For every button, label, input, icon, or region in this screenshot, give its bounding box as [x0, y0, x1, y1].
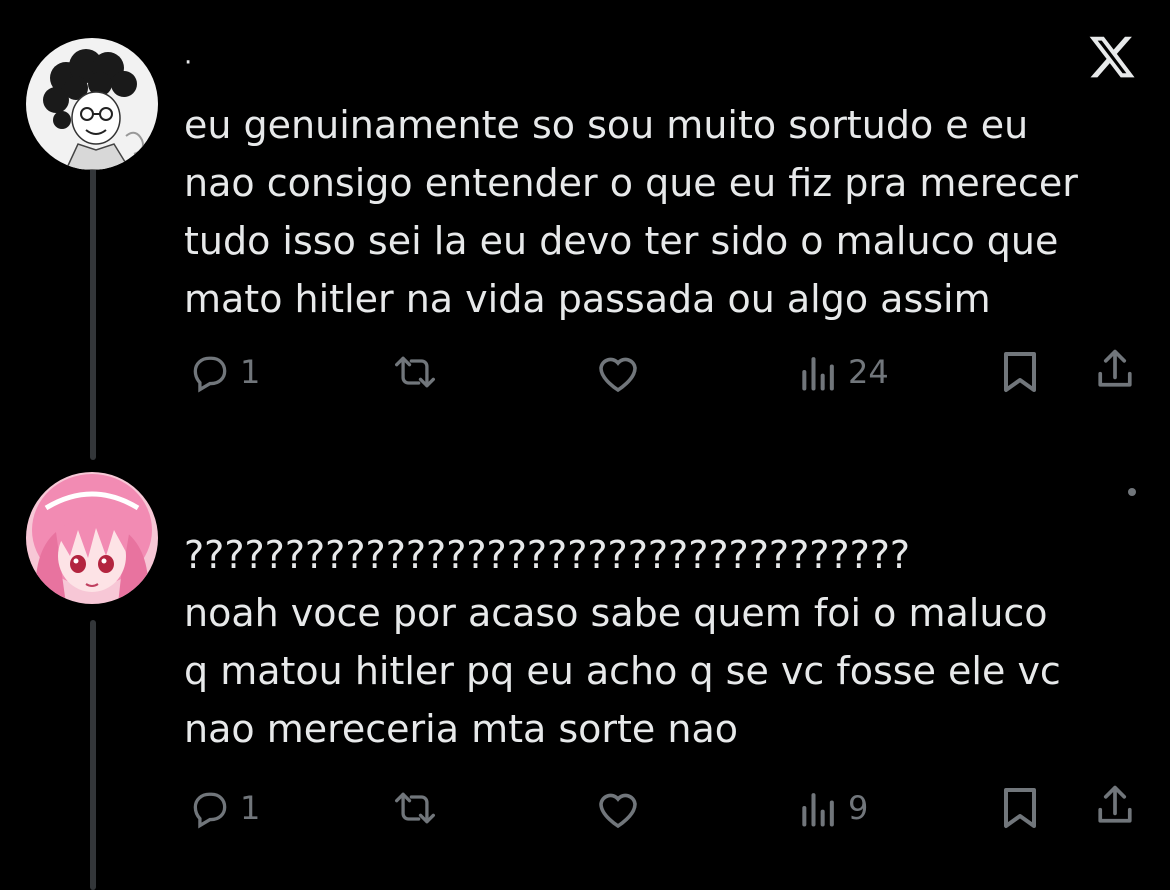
avatar[interactable]: [26, 472, 158, 604]
post-text: ???????????????????????????????????? noa…: [184, 533, 1061, 751]
views-count: 9: [848, 789, 869, 827]
like-button[interactable]: [594, 786, 642, 830]
more-options-icon[interactable]: [1128, 488, 1136, 496]
retweet-button[interactable]: [390, 786, 440, 830]
reply-count: 1: [240, 789, 261, 827]
thread-connector-line: [90, 150, 96, 460]
avatar-pink-hair-anime-icon: [26, 472, 158, 604]
share-icon: [1098, 785, 1132, 823]
reply-count: 1: [240, 353, 261, 391]
share-icon: [1098, 349, 1132, 387]
reply-icon: [193, 356, 227, 393]
reply-button[interactable]: 1: [188, 350, 260, 394]
views-icon: [802, 357, 834, 391]
views-button[interactable]: 9: [798, 786, 868, 830]
avatar-drawn-curly-hair-icon: [26, 38, 158, 170]
bookmark-icon: [1004, 788, 1036, 828]
bookmark-icon: [1004, 352, 1036, 392]
views-count: 24: [848, 353, 889, 391]
retweet-icon: [395, 356, 435, 388]
share-button[interactable]: [1092, 782, 1138, 830]
reply-icon: [193, 792, 227, 829]
views-icon: [802, 793, 834, 827]
bookmark-button[interactable]: [998, 784, 1042, 832]
thread-connector-line: [90, 620, 96, 890]
reply-button[interactable]: 1: [188, 786, 260, 830]
heart-icon: [599, 793, 637, 829]
x-logo-icon[interactable]: [1086, 32, 1138, 82]
retweet-icon: [395, 792, 435, 824]
like-button[interactable]: [594, 350, 642, 394]
heart-icon: [599, 357, 637, 393]
retweet-button[interactable]: [390, 350, 440, 394]
bookmark-button[interactable]: [998, 348, 1042, 396]
views-button[interactable]: 24: [798, 350, 889, 394]
post-text: eu genuinamente so sou muito sortudo e e…: [184, 103, 1078, 321]
avatar[interactable]: [26, 38, 158, 170]
share-button[interactable]: [1092, 346, 1138, 394]
post-author-name[interactable]: ·: [184, 48, 192, 88]
